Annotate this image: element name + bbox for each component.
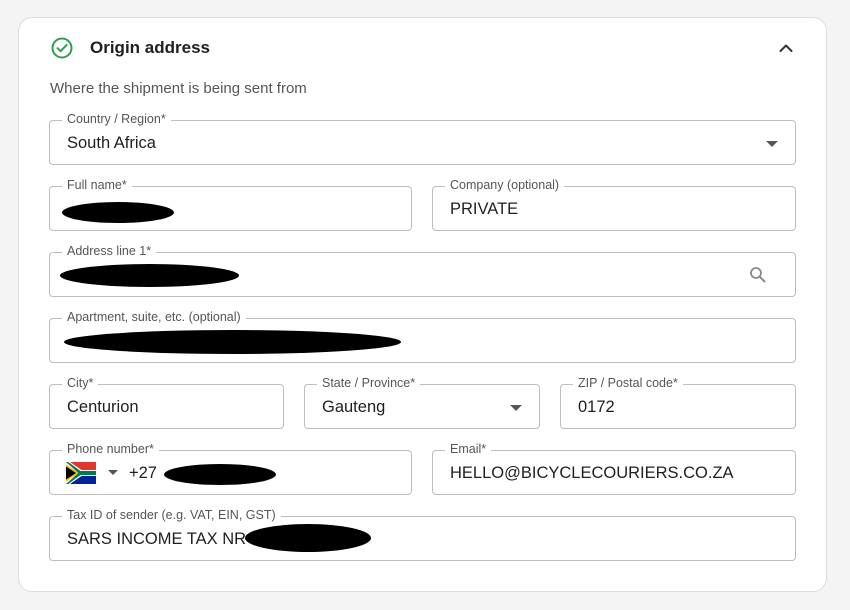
apartment-label: Apartment, suite, etc. (optional)	[62, 310, 246, 325]
redacted-phone-number	[164, 464, 276, 485]
section-subtitle: Where the shipment is being sent from	[50, 80, 307, 97]
zip-field[interactable]: ZIP / Postal code* 0172	[560, 376, 796, 429]
caret-down-icon	[108, 470, 118, 475]
tax-id-value: SARS INCOME TAX NR	[67, 530, 247, 548]
check-circle-icon	[51, 37, 73, 59]
city-value: Centurion	[67, 398, 139, 416]
caret-down-icon	[766, 141, 778, 147]
tax-id-label: Tax ID of sender (e.g. VAT, EIN, GST)	[62, 508, 281, 523]
redacted-address-line-1	[60, 264, 239, 287]
company-label: Company (optional)	[445, 178, 565, 193]
phone-label: Phone number*	[62, 442, 159, 457]
zip-value: 0172	[578, 398, 615, 416]
phone-prefix: +27	[129, 464, 157, 482]
redacted-tax-id	[245, 524, 371, 552]
chevron-up-icon[interactable]	[778, 40, 794, 56]
origin-address-card: Origin address Where the shipment is bei…	[18, 17, 827, 592]
country-select[interactable]: Country / Region* South Africa	[49, 112, 796, 165]
full-name-field[interactable]: Full name*	[49, 178, 412, 231]
state-value: Gauteng	[322, 398, 386, 416]
email-field[interactable]: Email* HELLO@BICYCLECOURIERS.CO.ZA	[432, 442, 796, 495]
country-value: South Africa	[67, 134, 156, 152]
redacted-full-name	[62, 202, 174, 223]
apartment-field[interactable]: Apartment, suite, etc. (optional)	[49, 310, 796, 363]
tax-id-field[interactable]: Tax ID of sender (e.g. VAT, EIN, GST) SA…	[49, 508, 796, 561]
company-value: PRIVATE	[450, 200, 519, 218]
search-icon[interactable]	[749, 266, 767, 284]
company-field[interactable]: Company (optional) PRIVATE	[432, 178, 796, 231]
city-label: City*	[62, 376, 99, 391]
address-line-1-label: Address line 1*	[62, 244, 157, 259]
state-select[interactable]: State / Province* Gauteng	[304, 376, 540, 429]
city-field[interactable]: City* Centurion	[49, 376, 284, 429]
state-label: State / Province*	[317, 376, 421, 391]
email-label: Email*	[445, 442, 492, 457]
zip-label: ZIP / Postal code*	[573, 376, 683, 391]
country-code-select[interactable]	[66, 462, 122, 484]
email-value: HELLO@BICYCLECOURIERS.CO.ZA	[450, 464, 734, 482]
section-title: Origin address	[90, 38, 210, 57]
south-africa-flag-icon	[66, 462, 96, 484]
caret-down-icon	[510, 405, 522, 411]
redacted-apartment	[64, 330, 401, 354]
full-name-label: Full name*	[62, 178, 132, 193]
phone-field[interactable]: Phone number* +27	[49, 442, 412, 495]
address-line-1-field[interactable]: Address line 1*	[49, 244, 796, 297]
country-label: Country / Region*	[62, 112, 171, 127]
